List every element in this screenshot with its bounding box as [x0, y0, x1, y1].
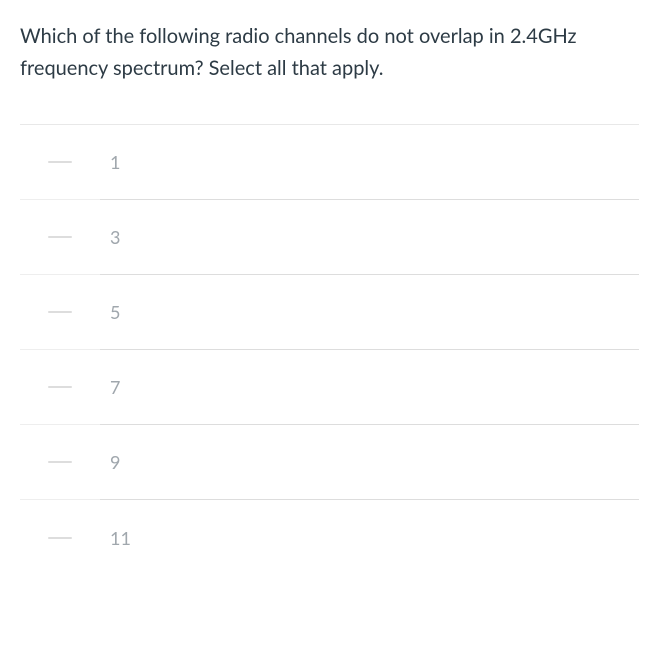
question-text: Which of the following radio channels do…: [20, 20, 639, 84]
checkbox-icon: [48, 461, 72, 463]
answer-row[interactable]: 7: [20, 350, 639, 425]
checkbox-area[interactable]: [20, 425, 100, 500]
answer-label: 3: [110, 226, 120, 248]
answer-label: 9: [110, 451, 120, 473]
checkbox-icon: [48, 537, 72, 539]
answer-label: 11: [110, 527, 131, 549]
checkbox-area[interactable]: [20, 200, 100, 275]
answer-content: 3: [100, 200, 639, 275]
answer-row[interactable]: 11: [20, 500, 639, 575]
answers-container: 1 3 5 7 9: [20, 124, 639, 575]
answer-content: 5: [100, 275, 639, 350]
answer-row[interactable]: 1: [20, 125, 639, 200]
checkbox-area[interactable]: [20, 500, 100, 575]
checkbox-icon: [48, 311, 72, 313]
checkbox-icon: [48, 161, 72, 163]
answer-label: 7: [110, 376, 120, 398]
checkbox-area[interactable]: [20, 350, 100, 425]
answer-content: 7: [100, 350, 639, 425]
answer-content: 1: [100, 125, 639, 200]
answer-row[interactable]: 5: [20, 275, 639, 350]
answer-row[interactable]: 3: [20, 200, 639, 275]
checkbox-icon: [48, 236, 72, 238]
checkbox-area[interactable]: [20, 125, 100, 200]
answer-content: 9: [100, 425, 639, 500]
answer-content: 11: [100, 500, 639, 575]
answer-row[interactable]: 9: [20, 425, 639, 500]
checkbox-icon: [48, 386, 72, 388]
answer-label: 1: [110, 151, 120, 173]
answer-label: 5: [110, 301, 120, 323]
checkbox-area[interactable]: [20, 275, 100, 350]
